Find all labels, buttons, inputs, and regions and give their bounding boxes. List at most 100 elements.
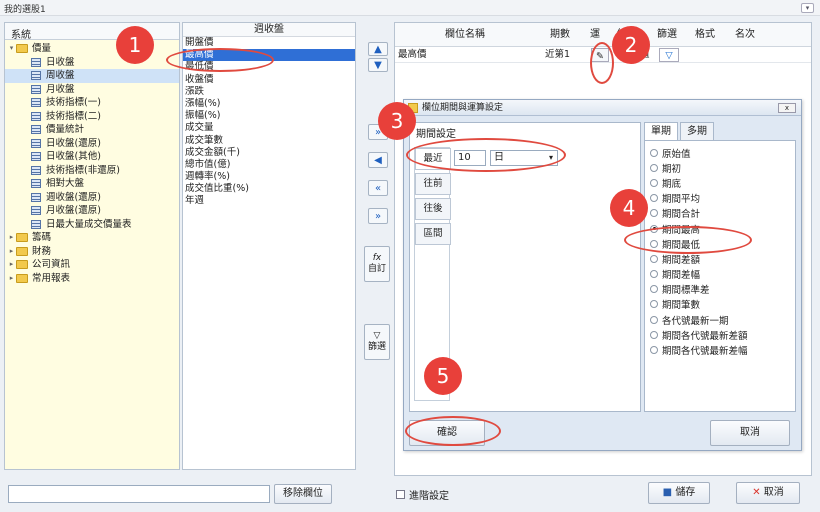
remove-all-button[interactable]: «: [368, 180, 388, 196]
radio-circle-icon[interactable]: [650, 178, 658, 187]
tree-item-label: 財務: [32, 245, 52, 257]
folder-icon: [16, 260, 28, 270]
search-field-input[interactable]: [8, 485, 270, 503]
add-button[interactable]: »: [368, 208, 388, 224]
tab-single-period[interactable]: 單期: [644, 122, 678, 140]
tree-item[interactable]: 技術指標(一): [5, 96, 179, 110]
remove-button[interactable]: ◀: [368, 152, 388, 168]
tab-multi-period[interactable]: 多期: [680, 122, 714, 140]
radio-option[interactable]: 期間差幅: [645, 267, 795, 282]
table-icon: [31, 125, 41, 135]
list-item[interactable]: 年週: [183, 195, 355, 207]
tree-item[interactable]: 技術指標(非還原): [5, 164, 179, 178]
field-list-header: 週收盤: [183, 23, 355, 37]
close-icon[interactable]: x: [778, 103, 796, 113]
tree-item-label: 常用報表: [32, 272, 71, 284]
tab-before[interactable]: 往前: [415, 173, 451, 195]
radio-circle-icon[interactable]: [650, 209, 658, 218]
operation-options: 原始值 期初 期底 期間平均 期間合計 期間最高 期間最低 期間差額 期間差幅 期間標準差 期間筆數…: [644, 140, 796, 412]
radio-circle-icon[interactable]: [650, 148, 658, 157]
radio-circle-icon[interactable]: [650, 315, 658, 324]
callout-badge-5: 5: [424, 357, 462, 395]
list-item[interactable]: 漲幅(%): [183, 98, 355, 110]
radio-option[interactable]: 各代號最新一期: [645, 312, 795, 327]
callout-ellipse-2: [590, 42, 614, 84]
list-item[interactable]: 漲跌: [183, 86, 355, 98]
move-down-button[interactable]: ▼: [368, 58, 388, 72]
radio-option[interactable]: 期間標準差: [645, 282, 795, 297]
tree-item-label: 相對大盤: [46, 178, 85, 189]
chevron-down-icon[interactable]: ▾: [801, 3, 814, 13]
tree-item[interactable]: 月收盤(還原): [5, 204, 179, 218]
callout-ellipse-4: [624, 226, 752, 254]
radio-circle-icon[interactable]: [650, 254, 658, 263]
tab-after[interactable]: 往後: [415, 198, 451, 220]
advanced-checkbox[interactable]: [396, 490, 405, 499]
radio-label: 各代號最新一期: [662, 315, 729, 327]
funnel-icon[interactable]: ▽: [659, 48, 679, 62]
tree-folder[interactable]: ▸ 常用報表: [5, 272, 179, 286]
tree-item[interactable]: 周收盤: [5, 69, 179, 83]
table-icon: [31, 192, 41, 202]
tree-item[interactable]: 日最大量成交價量表: [5, 218, 179, 232]
tree-folder[interactable]: ▸ 公司資訊: [5, 258, 179, 272]
radio-circle-icon[interactable]: [650, 346, 658, 355]
tab-range[interactable]: 區間: [415, 223, 451, 245]
radio-option[interactable]: 期間平均: [645, 191, 795, 206]
radio-option[interactable]: 期間差額: [645, 251, 795, 266]
radio-option[interactable]: 期間筆數: [645, 297, 795, 312]
tree-item[interactable]: 日收盤: [5, 56, 179, 70]
tree-body: ▾ 價量日收盤 周收盤 月收盤 技術指標(一) 技術指標(二) 價量統計 日收盤(還原) 日收盤…: [5, 40, 179, 469]
chevron-right-icon[interactable]: ▸: [7, 272, 16, 286]
radio-label: 期間筆數: [662, 300, 701, 312]
tree-item[interactable]: 相對大盤: [5, 177, 179, 191]
radio-option[interactable]: 原始值: [645, 145, 795, 160]
list-item[interactable]: 總市值(億): [183, 159, 355, 171]
radio-circle-icon[interactable]: [650, 285, 658, 294]
footer-cancel-button[interactable]: ✕ 取消: [736, 482, 800, 504]
list-item[interactable]: 振幅(%): [183, 110, 355, 122]
radio-option[interactable]: 期初: [645, 160, 795, 175]
chevron-right-icon[interactable]: ▸: [7, 258, 16, 272]
tree-item[interactable]: 週收盤(還原): [5, 191, 179, 205]
radio-option[interactable]: 期間各代號最新差幅: [645, 342, 795, 357]
radio-option[interactable]: 期間合計: [645, 206, 795, 221]
advanced-settings[interactable]: 進階設定: [396, 487, 449, 502]
radio-circle-icon[interactable]: [650, 330, 658, 339]
list-item[interactable]: 收盤價: [183, 74, 355, 86]
col-filter: 篩選: [657, 29, 677, 40]
tree-item[interactable]: 月收盤: [5, 83, 179, 97]
tree-item[interactable]: 日收盤(其他): [5, 150, 179, 164]
chevron-down-icon[interactable]: ▾: [7, 42, 16, 56]
radio-circle-icon[interactable]: [650, 194, 658, 203]
list-item[interactable]: 成交量: [183, 122, 355, 134]
col-format: 格式: [695, 29, 715, 40]
filter-button[interactable]: ▽ 篩選: [364, 324, 390, 360]
radio-circle-icon[interactable]: [650, 270, 658, 279]
remove-field-button[interactable]: 移除欄位: [274, 484, 332, 504]
list-item[interactable]: 週轉率(%): [183, 171, 355, 183]
tree-folder[interactable]: ▸ 籌碼: [5, 231, 179, 245]
radio-circle-icon[interactable]: [650, 163, 658, 172]
tree-item[interactable]: 技術指標(二): [5, 110, 179, 124]
row-period: 近第1: [545, 49, 571, 60]
tree-folder[interactable]: ▸ 財務: [5, 245, 179, 259]
chevron-right-icon[interactable]: ▸: [7, 231, 16, 245]
list-item[interactable]: 成交金額(千): [183, 147, 355, 159]
cancel-button[interactable]: 取消: [710, 420, 790, 446]
radio-option[interactable]: 期底: [645, 175, 795, 190]
tree-item[interactable]: 價量統計: [5, 123, 179, 137]
move-up-button[interactable]: ▲: [368, 42, 388, 56]
footer-cancel-label: 取消: [763, 487, 784, 498]
save-button[interactable]: ■ 儲存: [648, 482, 710, 504]
list-item[interactable]: 成交值比重(%): [183, 183, 355, 195]
radio-circle-icon[interactable]: [650, 300, 658, 309]
chevron-right-icon[interactable]: ▸: [7, 245, 16, 259]
tree-item-label: 價量: [32, 43, 52, 54]
tree-item[interactable]: 日收盤(還原): [5, 137, 179, 151]
title-bar: 我的選股1 ▾: [0, 0, 820, 16]
list-item[interactable]: 成交筆數: [183, 135, 355, 147]
custom-formula-button[interactable]: fx 自訂: [364, 246, 390, 282]
dialog-title-bar: 欄位期間與運算設定 x: [404, 100, 801, 116]
radio-option[interactable]: 期間各代號最新差額: [645, 327, 795, 342]
